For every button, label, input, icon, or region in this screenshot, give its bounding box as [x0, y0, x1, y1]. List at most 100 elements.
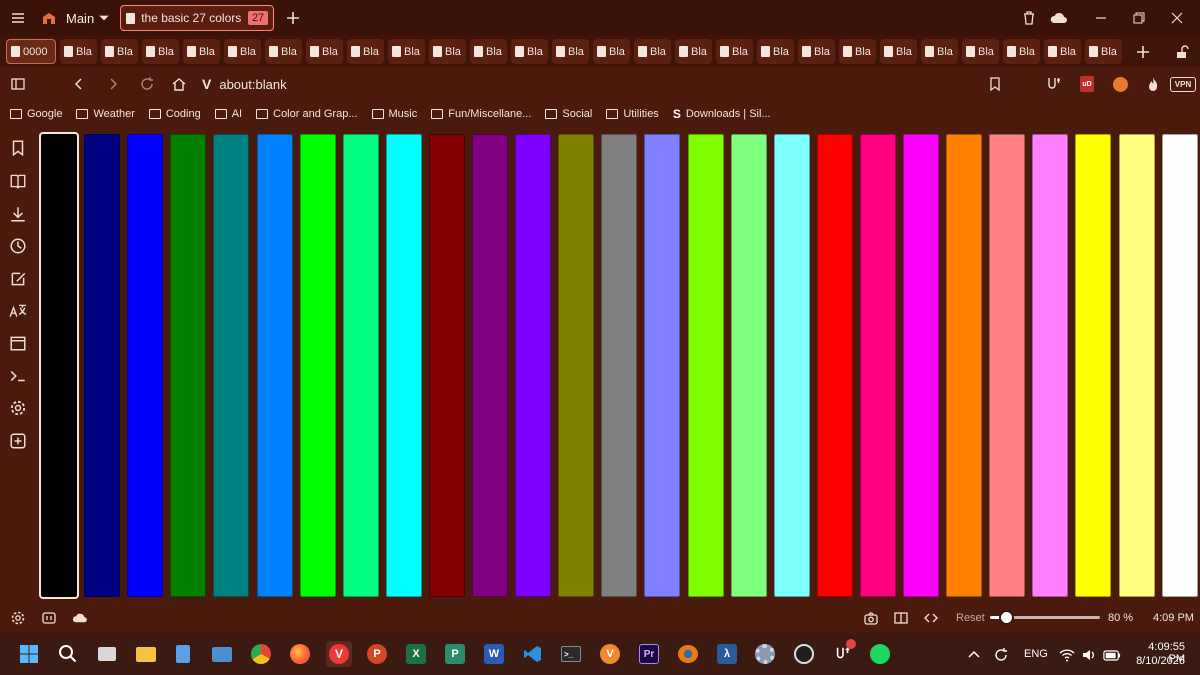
tab-item[interactable]: Bla [1085, 39, 1122, 64]
tab-item[interactable]: Bla [798, 39, 835, 64]
panel-toggle-icon[interactable] [9, 75, 27, 93]
console-icon[interactable] [9, 367, 27, 385]
premiere-icon[interactable]: Pr [636, 641, 662, 667]
bookmark-item[interactable]: Coding [148, 108, 201, 120]
obs-icon[interactable] [791, 641, 817, 667]
active-tab[interactable]: the basic 27 colors 27 [120, 5, 275, 31]
start-button[interactable] [16, 641, 42, 667]
capture-icon[interactable] [862, 609, 880, 627]
workspace-icon[interactable] [40, 9, 58, 27]
volume-icon[interactable] [1080, 646, 1098, 664]
show-hidden-icons-chevron-icon[interactable] [965, 646, 983, 664]
hamburger-menu-icon[interactable] [9, 9, 27, 27]
word-icon[interactable]: W [481, 641, 507, 667]
window-panel-icon[interactable] [40, 609, 58, 627]
tab-item[interactable]: Bla [1044, 39, 1081, 64]
tab-item[interactable]: Bla [60, 39, 97, 64]
reading-list-icon[interactable] [9, 172, 27, 190]
translate-icon[interactable] [9, 302, 27, 320]
sync-status-icon[interactable] [992, 646, 1010, 664]
bookmarks-panel-icon[interactable] [9, 139, 27, 157]
vpn-icon[interactable]: VPN [1170, 77, 1196, 92]
new-tab-icon[interactable] [284, 9, 302, 27]
bookmark-item[interactable]: AI [214, 108, 242, 120]
tab-item[interactable]: Bla [716, 39, 753, 64]
firefox-icon[interactable] [287, 641, 313, 667]
tab-item[interactable]: Bla [142, 39, 179, 64]
bookmark-item[interactable]: Utilities [606, 108, 659, 120]
extension-icon[interactable] [1045, 75, 1063, 93]
bookmark-item[interactable]: Weather [76, 108, 135, 120]
url-field[interactable]: V about:blank [196, 72, 1010, 96]
settings-icon[interactable] [9, 609, 27, 627]
tab-item[interactable]: Bla [552, 39, 589, 64]
bookmark-item[interactable]: Color and Grap... [256, 108, 358, 120]
tab-item[interactable]: 0000 [6, 39, 56, 64]
unlock-icon[interactable] [1173, 43, 1191, 61]
tile-icon[interactable] [892, 609, 910, 627]
tab-item[interactable]: Bla [265, 39, 302, 64]
reload-icon[interactable] [138, 75, 156, 93]
wifi-icon[interactable] [1058, 646, 1076, 664]
calendar-icon[interactable] [9, 334, 27, 352]
new-tab-icon[interactable] [1134, 43, 1152, 61]
cloud-sync-icon[interactable] [1048, 9, 1070, 27]
forward-icon[interactable] [104, 75, 122, 93]
extension-badge-icon[interactable] [1113, 77, 1128, 92]
tab-item[interactable]: Bla [880, 39, 917, 64]
tab-item[interactable]: Bla [1003, 39, 1040, 64]
spotify-icon[interactable] [867, 641, 893, 667]
bookmark-page-icon[interactable] [986, 75, 1004, 93]
cloud-icon[interactable] [70, 609, 90, 627]
tab-item[interactable]: Bla [757, 39, 794, 64]
chevron-down-icon[interactable] [98, 9, 110, 27]
home-icon[interactable] [170, 75, 188, 93]
zoom-slider-knob[interactable] [999, 610, 1015, 625]
tab-item[interactable]: Bla [593, 39, 630, 64]
downloads-icon[interactable] [9, 205, 27, 223]
notepad-icon[interactable] [170, 641, 196, 667]
bookmark-item[interactable]: S Downloads | Sil... [673, 107, 771, 121]
tab-item[interactable]: Bla [224, 39, 261, 64]
task-view-icon[interactable] [94, 641, 120, 667]
tab-item[interactable]: Bla [306, 39, 343, 64]
workspace-name[interactable]: Main [66, 11, 94, 26]
tray-app-icon[interactable] [830, 639, 856, 667]
flame-icon[interactable] [1144, 75, 1162, 93]
tab-item[interactable]: Bla [511, 39, 548, 64]
bookmark-item[interactable]: Social [545, 108, 592, 120]
chrome-icon[interactable] [248, 641, 274, 667]
tab-item[interactable]: Bla [101, 39, 138, 64]
tab-item[interactable]: Bla [429, 39, 466, 64]
tab-item[interactable]: Bla [675, 39, 712, 64]
control-panel-icon[interactable] [209, 641, 235, 667]
history-icon[interactable] [9, 237, 27, 255]
add-panel-icon[interactable] [9, 432, 27, 450]
code-icon[interactable] [922, 609, 940, 627]
excel-icon[interactable]: X [403, 641, 429, 667]
zoom-slider[interactable] [990, 610, 1100, 625]
bookmark-item[interactable]: Google [10, 108, 62, 120]
vivaldi-snapshot-icon[interactable]: V [597, 641, 623, 667]
tab-item[interactable]: Bla [470, 39, 507, 64]
tab-item[interactable]: Bla [921, 39, 958, 64]
ublock-icon[interactable]: uD [1080, 76, 1094, 92]
bookmark-item[interactable]: Music [371, 108, 417, 120]
file-explorer-icon[interactable] [133, 641, 159, 667]
battery-icon[interactable] [1102, 646, 1122, 664]
bookmark-item[interactable]: Fun/Miscellane... [431, 108, 531, 120]
project-icon[interactable]: P [442, 641, 468, 667]
powerpoint-icon[interactable]: P [364, 641, 390, 667]
trash-icon[interactable] [1020, 9, 1038, 27]
settings-app-icon[interactable] [752, 641, 778, 667]
tab-item[interactable]: Bla [962, 39, 999, 64]
vivaldi-icon[interactable]: V [326, 641, 352, 667]
tab-item[interactable]: Bla [183, 39, 220, 64]
tab-item[interactable]: Bla [347, 39, 384, 64]
blender-icon[interactable] [675, 641, 701, 667]
lambda-app-icon[interactable]: λ [714, 641, 740, 667]
tab-item[interactable]: Bla [839, 39, 876, 64]
notes-icon[interactable] [9, 270, 27, 288]
taskbar-date[interactable]: 8/10/2025 [1131, 655, 1185, 667]
close-button[interactable] [1154, 0, 1200, 36]
